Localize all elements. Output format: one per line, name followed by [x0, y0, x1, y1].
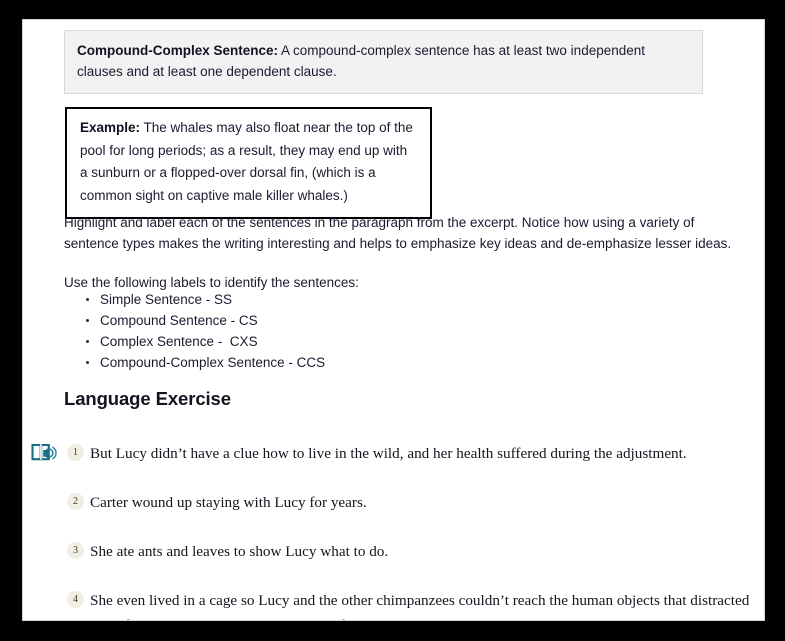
sentence-number-badge: 1 [67, 444, 84, 461]
list-item: Compound Sentence - CS [86, 311, 600, 331]
label-list: Simple Sentence - SS Compound Sentence -… [64, 290, 600, 374]
worksheet-page: Compound-Complex Sentence: A compound-co… [22, 19, 765, 621]
page-title: Language Exercise [64, 388, 231, 409]
sentence-text[interactable]: She even lived in a cage so Lucy and the… [90, 588, 750, 620]
instructions-paragraph: Highlight and label each of the sentence… [64, 215, 732, 251]
definition-text: Compound-Complex Sentence: A compound-co… [77, 40, 690, 82]
read-aloud-icon[interactable] [31, 442, 61, 464]
example-text: Example: The whales may also float near … [80, 117, 418, 207]
outer-frame: Compound-Complex Sentence: A compound-co… [0, 0, 785, 641]
example-callout: Example: The whales may also float near … [65, 107, 432, 219]
sentence-number-badge: 3 [67, 542, 84, 559]
sentence-number-badge: 4 [67, 591, 84, 608]
definition-callout: Compound-Complex Sentence: A compound-co… [64, 30, 703, 94]
list-item: Compound-Complex Sentence - CCS [86, 353, 600, 373]
sentence-text[interactable]: She ate ants and leaves to show Lucy wha… [90, 539, 750, 564]
sentence-text[interactable]: Carter wound up staying with Lucy for ye… [90, 490, 750, 515]
list-item: Simple Sentence - SS [86, 290, 600, 310]
sentence-number-badge: 2 [67, 493, 84, 510]
sentence-text[interactable]: But Lucy didn’t have a clue how to live … [90, 441, 750, 466]
definition-label: Compound-Complex Sentence: [77, 43, 279, 58]
example-label: Example: [80, 120, 141, 135]
list-item: Complex Sentence - CXS [86, 332, 600, 352]
worksheet-content: Compound-Complex Sentence: A compound-co… [23, 20, 764, 620]
